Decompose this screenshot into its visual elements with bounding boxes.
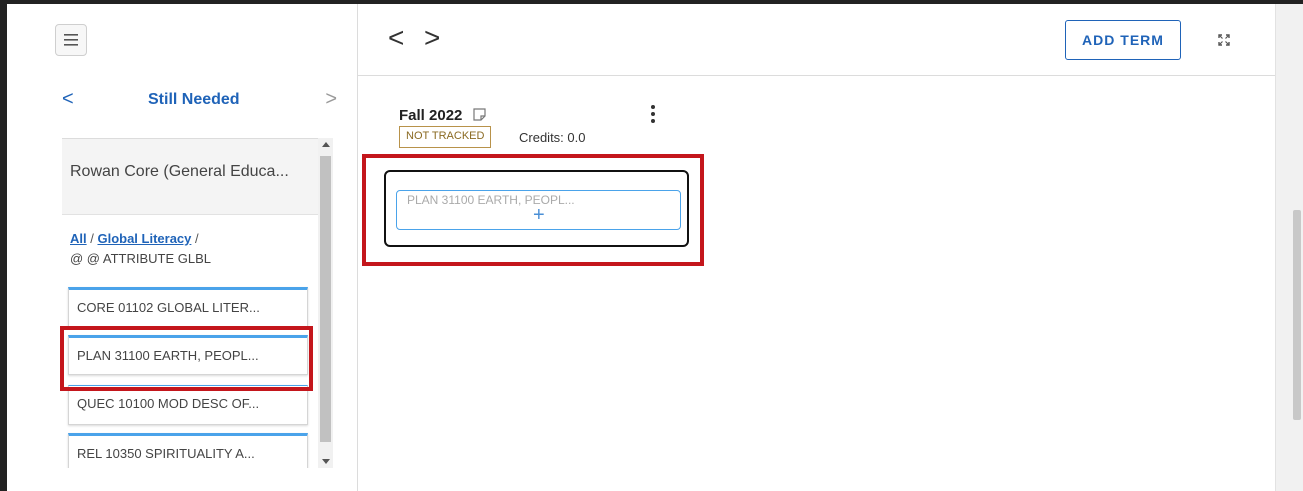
chevron-left-icon[interactable]: <	[62, 88, 74, 111]
scroll-thumb[interactable]	[320, 156, 331, 442]
still-needed-panel: < Still Needed > Rowan Core (General Edu…	[7, 4, 358, 491]
scroll-down-icon[interactable]	[322, 459, 330, 464]
course-card-rel-10350[interactable]: REL 10350 SPIRITUALITY A...	[68, 433, 308, 468]
term-menu-icon[interactable]	[650, 105, 656, 125]
page-scroll-thumb[interactable]	[1293, 210, 1301, 420]
course-card-quec-10100[interactable]: QUEC 10100 MOD DESC OF...	[68, 385, 308, 425]
breadcrumb-separator: /	[191, 231, 199, 246]
menu-button[interactable]	[55, 24, 87, 56]
panel-title: Still Needed	[148, 91, 240, 108]
highlight-box-course	[60, 326, 313, 391]
requirement-list-scrollbar[interactable]	[318, 138, 333, 468]
status-badge: NOT TRACKED	[399, 126, 492, 148]
chevron-right-icon[interactable]: >	[325, 88, 337, 111]
previous-term-button[interactable]: <	[388, 22, 404, 54]
highlight-box-term	[362, 154, 704, 266]
still-needed-nav: < Still Needed >	[62, 86, 337, 116]
breadcrumb-global-literacy-link[interactable]: Global Literacy	[97, 231, 191, 246]
attribute-label: @ @ ATTRIBUTE GLBL	[70, 251, 212, 266]
note-icon[interactable]	[473, 108, 486, 121]
breadcrumb-separator: /	[86, 231, 98, 246]
app: < Still Needed > Rowan Core (General Edu…	[7, 4, 1275, 491]
term-credits: Credits: 0.0	[519, 130, 586, 145]
course-card-core-01102[interactable]: CORE 01102 GLOBAL LITER...	[68, 287, 308, 327]
scroll-up-icon[interactable]	[322, 142, 330, 147]
term-title: Fall 2022	[399, 107, 463, 124]
next-term-button[interactable]: >	[424, 22, 440, 54]
breadcrumb: All / Global Literacy / @ @ ATTRIBUTE GL…	[62, 215, 318, 266]
requirement-header[interactable]: Rowan Core (General Educa...	[62, 139, 318, 215]
breadcrumb-all-link[interactable]: All	[70, 231, 87, 246]
planner-toolbar: < > ADD TERM	[358, 4, 1275, 76]
add-term-button[interactable]: ADD TERM	[1065, 20, 1181, 60]
hamburger-icon	[64, 34, 78, 46]
expand-icon[interactable]	[1218, 34, 1230, 46]
requirement-list[interactable]: Rowan Core (General Educa... All / Globa…	[62, 138, 318, 468]
window-frame-left	[0, 0, 7, 491]
